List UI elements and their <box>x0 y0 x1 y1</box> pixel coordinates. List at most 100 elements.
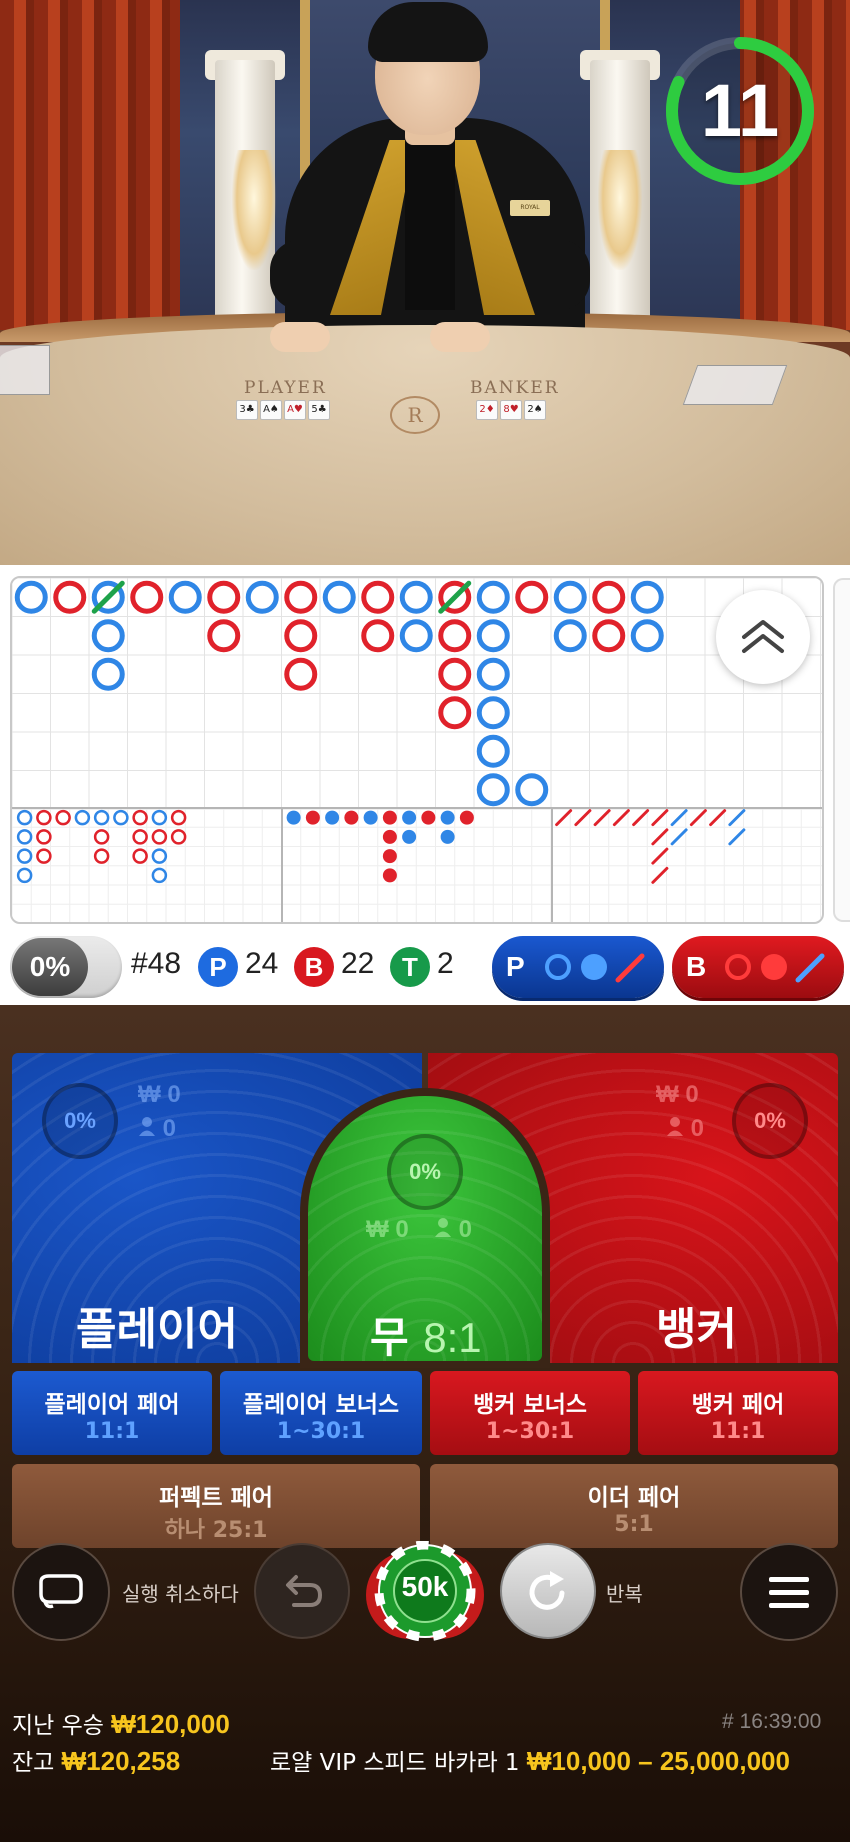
perfect-pair-button[interactable]: 퍼펙트 페어 하나 25:1 <box>12 1464 420 1548</box>
balance: 잔고 ₩120,258 <box>12 1743 180 1777</box>
user-icon <box>667 1117 683 1136</box>
last-win: 지난 우승 ₩120,000 <box>12 1706 230 1740</box>
playing-card: 3♣ <box>236 400 258 420</box>
banker-bonus-button[interactable]: 뱅커 보너스 1~30:1 <box>430 1371 630 1455</box>
table-info: 로얄 VIP 스피드 바카라 1 ₩10,000 – 25,000,000 <box>270 1743 790 1777</box>
bet-limits: ₩10,000 – 25,000,000 <box>526 1746 790 1776</box>
playing-card: 2♦ <box>476 400 498 420</box>
chat-button[interactable] <box>12 1543 110 1641</box>
expand-roadmap-button[interactable] <box>716 590 810 684</box>
smallroad-mark <box>363 810 378 825</box>
side-bet-title: 이더 페어 <box>587 1485 681 1511</box>
bigroad-mark <box>476 773 510 807</box>
bigeye-mark <box>113 809 129 826</box>
bigeye-mark <box>151 848 168 864</box>
balance-label: 잔고 <box>12 1750 55 1776</box>
banker-pair-button[interactable]: 뱅커 페어 11:1 <box>638 1371 838 1455</box>
tie-bettors: 0 <box>434 1216 472 1244</box>
table-name: 로얄 VIP 스피드 바카라 1 <box>270 1750 520 1776</box>
card-shoe-right <box>682 365 788 405</box>
tie-count: 2 <box>437 947 454 980</box>
countdown-timer: 11 <box>663 34 817 188</box>
side-bet-odds: 11:1 <box>710 1419 766 1444</box>
last-win-value: ₩120,000 <box>111 1709 230 1739</box>
roadmap-board[interactable] <box>10 576 824 924</box>
last-win-label: 지난 우승 <box>12 1713 104 1739</box>
player-bonus-button[interactable]: 플레이어 보너스 1~30:1 <box>220 1371 422 1455</box>
side-bet-odds: 1~30:1 <box>485 1419 575 1444</box>
double-chevron-up-icon <box>742 620 784 653</box>
bigroad-mark <box>168 580 202 614</box>
banker-ask-button[interactable]: B <box>672 936 844 998</box>
smallroad-mark <box>402 829 417 844</box>
smallroad-mark <box>325 810 340 825</box>
cockroach-mark <box>709 809 727 827</box>
bigeye-mark <box>55 809 71 826</box>
bigroad-mark <box>207 580 241 614</box>
bigeye-mark <box>170 829 187 845</box>
slash-icon <box>795 953 825 983</box>
table-logo: R <box>390 396 440 434</box>
bigeye-mark <box>132 809 148 826</box>
bet-percentage-value[interactable]: 0% <box>12 938 88 996</box>
smallroad-mark <box>459 810 474 825</box>
bigeye-mark <box>36 829 52 845</box>
tie-percent-ring: 0% <box>387 1134 463 1210</box>
player-pair-button[interactable]: 플레이어 페어 11:1 <box>12 1371 212 1455</box>
bigeye-mark <box>170 809 187 826</box>
tie-bet-spot[interactable]: 0% ₩ 0 0 무 8:1 <box>308 1096 542 1361</box>
game-screen: { "video": { "table_left_label": "PLAYER… <box>0 0 850 1842</box>
bigroad-mark <box>91 619 125 653</box>
bigeye-mark <box>132 848 148 864</box>
smallroad-mark <box>382 829 397 844</box>
hollow-circle-icon <box>545 954 571 980</box>
bigroad-mark <box>284 657 318 691</box>
bigeye-mark <box>16 829 33 845</box>
tie-odds: 8:1 <box>423 1314 482 1361</box>
bigroad-mark <box>553 580 587 614</box>
timer-value: 11 <box>700 69 780 152</box>
chip-selector[interactable]: 50k <box>362 1541 488 1643</box>
bigroad-mark <box>53 580 87 614</box>
playing-card: 2♠ <box>524 400 546 420</box>
bigroad-mark <box>438 619 472 653</box>
bigroad-mark <box>130 580 164 614</box>
either-pair-button[interactable]: 이더 페어 5:1 <box>430 1464 838 1548</box>
player-count-icon: P <box>198 947 238 987</box>
player-ask-label: P <box>506 951 525 982</box>
playing-card: A♥ <box>284 400 306 420</box>
chat-bubble-icon <box>39 1574 83 1609</box>
undo-label: 실행 취소하다 <box>122 1582 239 1606</box>
bigroad-mark <box>553 619 587 653</box>
slash-icon <box>615 953 645 983</box>
cockroach-mark <box>728 828 746 846</box>
bigeye-mark <box>16 848 33 864</box>
repeat-button[interactable] <box>500 1543 596 1639</box>
undo-button[interactable] <box>254 1543 350 1639</box>
smallroad-mark <box>402 810 417 825</box>
next-panel-edge[interactable] <box>833 578 850 922</box>
bigroad-mark <box>476 657 510 691</box>
side-bet-title: 플레이어 보너스 <box>242 1392 400 1418</box>
bigroad-mark <box>207 619 241 653</box>
side-bet-title: 플레이어 페어 <box>44 1392 180 1418</box>
side-bet-title: 뱅커 페어 <box>691 1392 785 1418</box>
menu-button[interactable] <box>740 1543 838 1641</box>
cockroach-mark <box>593 809 611 827</box>
undo-arrow-icon <box>286 1575 323 1607</box>
chip-value: 50k <box>401 1571 449 1602</box>
cockroach-mark <box>670 828 688 846</box>
player-percent: 0% <box>64 1108 96 1133</box>
bigeye-mark <box>151 829 168 845</box>
tie-count-icon: T <box>390 947 430 987</box>
cockroach-mark <box>555 809 573 827</box>
bigroad-mark <box>476 619 510 653</box>
banker-bettors: 0 <box>666 1115 704 1143</box>
table-banker-label: BANKER <box>470 378 560 398</box>
banker-count-icon: B <box>294 947 334 987</box>
bigroad-mark <box>245 580 279 614</box>
player-ask-button[interactable]: P <box>492 936 664 998</box>
cockroach-mark <box>632 809 650 827</box>
smallroad-mark <box>344 810 359 825</box>
bigeye-mark <box>36 848 52 864</box>
